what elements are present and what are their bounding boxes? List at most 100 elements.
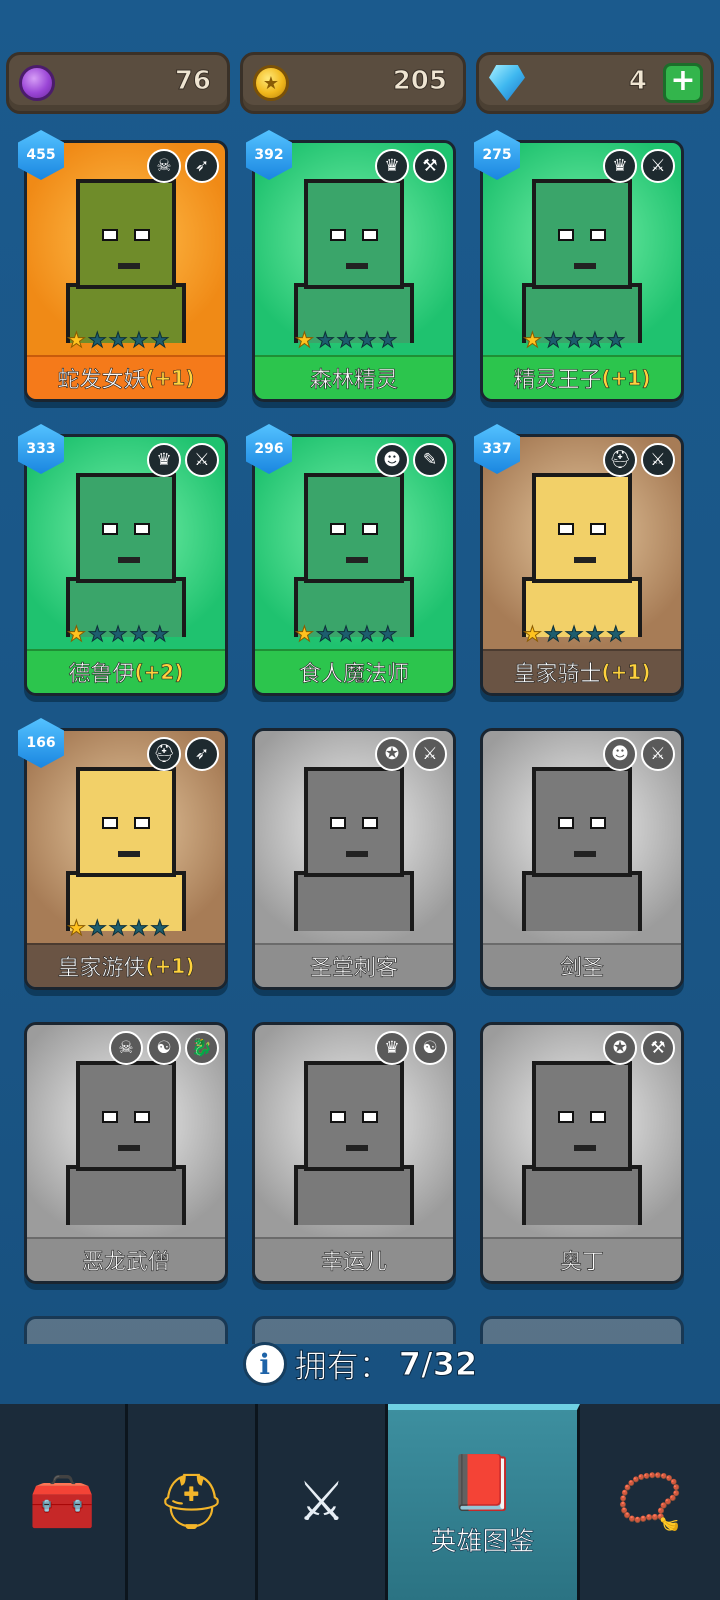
star-empty-icon: ★ [336, 622, 356, 646]
hero-head [532, 473, 632, 583]
hero-name-bar: 德鲁伊 (+2) [27, 649, 225, 693]
purple-coin-value: 76 [174, 66, 211, 97]
hero-bonus: (+1) [145, 366, 195, 391]
hero-name-bar: 皇家骑士 (+1) [483, 649, 681, 693]
star-empty-icon: ★ [606, 328, 626, 352]
trait-icon: ☻ [375, 443, 409, 477]
tab-hero-codex[interactable]: 📕 英雄图鉴 [388, 1404, 580, 1600]
trait-icon: ♛ [375, 149, 409, 183]
hero-head [304, 767, 404, 877]
hero-name: 奥丁 [559, 1250, 605, 1276]
hero-eye [558, 817, 574, 829]
hero-head [76, 1061, 176, 1171]
star-empty-icon: ★ [129, 622, 149, 646]
hero-eye [102, 1111, 118, 1123]
trait-icon: ⛑ [147, 737, 181, 771]
star-filled-icon: ★ [67, 622, 87, 646]
hero-card[interactable]: ☻ ✎ ★ ★ ★ ★ ★ 食人魔法师 [252, 434, 456, 696]
hero-name: 德鲁伊 [68, 662, 135, 688]
trait-icon: ➶ [185, 149, 219, 183]
hero-traits: ♛ ⚔ [147, 443, 219, 477]
star-filled-icon: ★ [523, 328, 543, 352]
trait-icon: ♛ [375, 1031, 409, 1065]
hero-head [532, 767, 632, 877]
hero-traits: ✪ ⚔ [375, 737, 447, 771]
hero-card[interactable]: ♛ ☯ 幸运儿 [252, 1022, 456, 1284]
hero-eye [558, 523, 574, 535]
hero-mouth [346, 851, 368, 857]
hero-head [76, 473, 176, 583]
hero-mouth [118, 557, 140, 563]
trait-icon: ⚔ [641, 443, 675, 477]
hero-name: 圣堂刺客 [309, 956, 399, 982]
star-filled-icon: ★ [67, 916, 87, 940]
star-empty-icon: ★ [315, 328, 335, 352]
hero-name-bar: 精灵王子 (+1) [483, 355, 681, 399]
hero-eye [558, 229, 574, 241]
tab-amulet[interactable]: 📿 [580, 1404, 720, 1600]
star-rating: ★ ★ ★ ★ ★ [67, 622, 170, 646]
hero-card[interactable]: ♛ ⚔ ★ ★ ★ ★ ★ 德鲁伊 (+2) [24, 434, 228, 696]
tab-battle[interactable]: ⚔ [258, 1404, 388, 1600]
star-empty-icon: ★ [378, 622, 398, 646]
hero-eye [590, 1111, 606, 1123]
hero-card[interactable]: ☻ ⚔ 剑圣 [480, 728, 684, 990]
amulet-icon: 📿 [616, 1470, 684, 1533]
tab-heroes[interactable]: ⛑ [128, 1404, 258, 1600]
spellbook-icon: 📕 [448, 1450, 517, 1514]
trait-icon: ♛ [603, 149, 637, 183]
star-filled-icon: ★ [295, 622, 315, 646]
info-icon[interactable]: i [242, 1342, 287, 1386]
hero-eye [134, 523, 150, 535]
star-empty-icon: ★ [129, 328, 149, 352]
hero-card[interactable]: ☠ ☯ 🐉 恶龙武僧 [24, 1022, 228, 1284]
hero-card[interactable]: ⛑ ⚔ ★ ★ ★ ★ ★ 皇家骑士 (+1) [480, 434, 684, 696]
hero-mouth [118, 263, 140, 269]
gem-icon [489, 65, 525, 101]
hero-card[interactable]: ♛ ⚒ ★ ★ ★ ★ ★ 森林精灵 [252, 140, 456, 402]
star-filled-icon: ★ [67, 328, 87, 352]
add-gems-button[interactable]: + [663, 63, 703, 103]
star-rating: ★ ★ ★ ★ ★ [295, 328, 398, 352]
hero-card[interactable]: ♛ ⚔ ★ ★ ★ ★ ★ 精灵王子 (+1) [480, 140, 684, 402]
star-empty-icon: ★ [87, 622, 107, 646]
hero-head [532, 179, 632, 289]
star-rating: ★ ★ ★ ★ ★ [67, 328, 170, 352]
hero-card[interactable]: ✪ ⚔ 圣堂刺客 [252, 728, 456, 990]
hero-mouth [346, 1145, 368, 1151]
hero-body [522, 1165, 642, 1225]
hero-name-bar: 剑圣 [483, 943, 681, 987]
hero-card[interactable]: ✪ ⚒ 奥丁 [480, 1022, 684, 1284]
star-rating: ★ ★ ★ ★ ★ [523, 622, 626, 646]
trait-icon: ⚔ [413, 737, 447, 771]
hero-name: 食人魔法师 [298, 662, 410, 688]
trait-icon: ⚔ [641, 737, 675, 771]
hero-mouth [118, 1145, 140, 1151]
star-empty-icon: ★ [87, 916, 107, 940]
tab-chest[interactable]: 🧰 [0, 1404, 128, 1600]
gold-coin-counter[interactable]: ★ 205 [240, 52, 466, 114]
hero-eye [590, 523, 606, 535]
hero-card[interactable]: ☠ ➶ ★ ★ ★ ★ ★ 蛇发女妖 (+1) [24, 140, 228, 402]
hero-bonus: (+1) [601, 366, 651, 391]
star-empty-icon: ★ [150, 622, 170, 646]
hero-eye [102, 229, 118, 241]
hero-eye [102, 817, 118, 829]
star-empty-icon: ★ [564, 622, 584, 646]
trait-icon: ♛ [147, 443, 181, 477]
star-empty-icon: ★ [315, 622, 335, 646]
purple-coin-counter[interactable]: 76 [6, 52, 230, 114]
hero-name-bar: 森林精灵 [255, 355, 453, 399]
star-empty-icon: ★ [108, 916, 128, 940]
trait-icon: ⚒ [641, 1031, 675, 1065]
gem-counter[interactable]: 4 + [476, 52, 714, 114]
star-rating: ★ ★ ★ ★ ★ [67, 916, 170, 940]
hero-eye [362, 229, 378, 241]
hero-card[interactable]: ⛑ ➶ ★ ★ ★ ★ ★ 皇家游侠 (+1) [24, 728, 228, 990]
hero-head [304, 179, 404, 289]
hero-name-bar: 皇家游侠 (+1) [27, 943, 225, 987]
hero-eye [362, 817, 378, 829]
purple-coin-icon [19, 65, 55, 101]
owned-count: 7/32 [398, 1345, 478, 1384]
hero-mouth [118, 851, 140, 857]
